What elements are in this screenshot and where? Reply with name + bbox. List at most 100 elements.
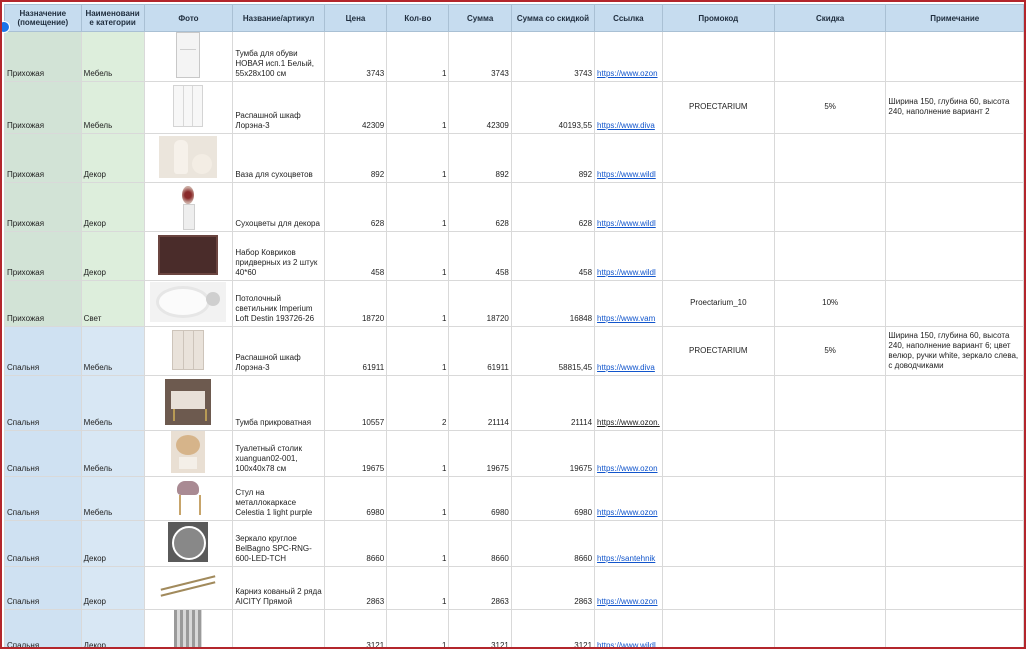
cell-discount[interactable]: [773, 133, 887, 183]
cell-sum-discount[interactable]: 8660: [510, 520, 596, 567]
cell-room[interactable]: Спальня: [4, 566, 82, 610]
cell-room[interactable]: Прихожая: [4, 31, 82, 82]
cell-name[interactable]: Тумба прикроватная: [232, 375, 325, 431]
cell-note[interactable]: [885, 430, 1024, 477]
cell-sum-discount[interactable]: 2863: [510, 566, 596, 610]
cell-price[interactable]: 3121: [323, 609, 388, 647]
cell-sum-discount[interactable]: 21114: [510, 375, 596, 431]
cell-category[interactable]: Мебель: [80, 31, 145, 82]
cell-discount[interactable]: 5%: [773, 81, 887, 134]
cell-room[interactable]: Прихожая: [4, 133, 82, 183]
cell-discount[interactable]: [773, 609, 887, 647]
cell-sum-discount[interactable]: 628: [510, 182, 596, 232]
cell-qty[interactable]: 1: [386, 182, 450, 232]
cell-category[interactable]: Мебель: [80, 375, 145, 431]
cell-link[interactable]: https://www.wildl: [594, 231, 663, 281]
cell-discount[interactable]: [773, 231, 887, 281]
cell-sum-discount[interactable]: 19675: [510, 430, 596, 477]
header-qty[interactable]: Кол-во: [386, 4, 450, 32]
cell-room[interactable]: Прихожая: [4, 81, 82, 134]
cell-link[interactable]: https://www.wildl: [594, 133, 663, 183]
cell-photo[interactable]: [143, 133, 234, 183]
cell-price[interactable]: 19675: [323, 430, 388, 477]
cell-photo[interactable]: [143, 375, 234, 431]
cell-room[interactable]: Спальня: [4, 476, 82, 521]
cell-room[interactable]: Спальня: [4, 430, 82, 477]
cell-qty[interactable]: 1: [386, 520, 450, 567]
cell-sum[interactable]: 18720: [448, 280, 512, 327]
cell-discount[interactable]: [773, 476, 887, 521]
cell-sum-discount[interactable]: 458: [510, 231, 596, 281]
header-room[interactable]: Назначение (помещение): [4, 4, 82, 32]
cell-price[interactable]: 3743: [323, 31, 388, 82]
cell-promo[interactable]: PROECTARIUM: [661, 326, 775, 376]
cell-promo[interactable]: [661, 31, 775, 82]
header-sum[interactable]: Сумма: [448, 4, 512, 32]
cell-photo[interactable]: [143, 182, 234, 232]
cell-promo[interactable]: [661, 375, 775, 431]
cell-qty[interactable]: 1: [386, 609, 450, 647]
cell-discount[interactable]: [773, 520, 887, 567]
cell-photo[interactable]: [143, 520, 234, 567]
cell-link[interactable]: https://www.diva: [594, 326, 663, 376]
cell-room[interactable]: Спальня: [4, 375, 82, 431]
header-note[interactable]: Примечание: [885, 4, 1024, 32]
cell-qty[interactable]: 1: [386, 566, 450, 610]
cell-category[interactable]: Мебель: [80, 326, 145, 376]
cell-note[interactable]: [885, 133, 1024, 183]
cell-price[interactable]: 18720: [323, 280, 388, 327]
cell-category[interactable]: Декор: [80, 231, 145, 281]
cell-price[interactable]: 10557: [323, 375, 388, 431]
cell-photo[interactable]: [143, 566, 234, 610]
cell-discount[interactable]: 5%: [773, 326, 887, 376]
cell-category[interactable]: Мебель: [80, 476, 145, 521]
cell-photo[interactable]: [143, 476, 234, 521]
cell-discount[interactable]: [773, 182, 887, 232]
cell-sum-discount[interactable]: 892: [510, 133, 596, 183]
cell-note[interactable]: [885, 375, 1024, 431]
cell-qty[interactable]: 2: [386, 375, 450, 431]
cell-sum[interactable]: 892: [448, 133, 512, 183]
cell-note[interactable]: [885, 566, 1024, 610]
cell-room[interactable]: Прихожая: [4, 231, 82, 281]
cell-photo[interactable]: [143, 280, 234, 327]
cell-name[interactable]: Туалетный столик xuanguan02-001, 100х40х…: [232, 430, 325, 477]
cell-note[interactable]: [885, 476, 1024, 521]
cell-promo[interactable]: [661, 476, 775, 521]
cell-photo[interactable]: [143, 81, 234, 134]
cell-sum[interactable]: 21114: [448, 375, 512, 431]
cell-promo[interactable]: [661, 182, 775, 232]
cell-qty[interactable]: 1: [386, 430, 450, 477]
cell-discount[interactable]: [773, 31, 887, 82]
cell-category[interactable]: Декор: [80, 609, 145, 647]
cell-name[interactable]: Потолочный светильник Imperium Loft Dest…: [232, 280, 325, 327]
cell-link[interactable]: https://www.ozon: [594, 476, 663, 521]
cell-link[interactable]: https://www.vam: [594, 280, 663, 327]
cell-sum-discount[interactable]: 58815,45: [510, 326, 596, 376]
cell-sum[interactable]: 42309: [448, 81, 512, 134]
cell-name[interactable]: Распашной шкаф Лорэна-3: [232, 326, 325, 376]
cell-category[interactable]: Свет: [80, 280, 145, 327]
cell-sum-discount[interactable]: 40193,55: [510, 81, 596, 134]
cell-name[interactable]: Стул на металлокаркасе Celestia 1 light …: [232, 476, 325, 521]
cell-qty[interactable]: 1: [386, 31, 450, 82]
cell-price[interactable]: 61911: [323, 326, 388, 376]
cell-note[interactable]: Ширина 150, глубина 60, высота 240, напо…: [885, 326, 1024, 376]
cell-room[interactable]: Спальня: [4, 520, 82, 567]
cell-price[interactable]: 2863: [323, 566, 388, 610]
cell-sum[interactable]: 2863: [448, 566, 512, 610]
cell-category[interactable]: Декор: [80, 566, 145, 610]
cell-link[interactable]: https://www.diva: [594, 81, 663, 134]
cell-promo[interactable]: [661, 520, 775, 567]
cell-sum[interactable]: 3743: [448, 31, 512, 82]
cell-name[interactable]: Распашной шкаф Лорэна-3: [232, 81, 325, 134]
cell-name[interactable]: Ваза для сухоцветов: [232, 133, 325, 183]
cell-sum-discount[interactable]: 3743: [510, 31, 596, 82]
cell-price[interactable]: 8660: [323, 520, 388, 567]
cell-sum[interactable]: 19675: [448, 430, 512, 477]
cell-link[interactable]: https://www.ozon: [594, 31, 663, 82]
cell-sum-discount[interactable]: 16848: [510, 280, 596, 327]
cell-category[interactable]: Декор: [80, 133, 145, 183]
header-discount[interactable]: Скидка: [773, 4, 887, 32]
header-link[interactable]: Ссылка: [594, 4, 663, 32]
